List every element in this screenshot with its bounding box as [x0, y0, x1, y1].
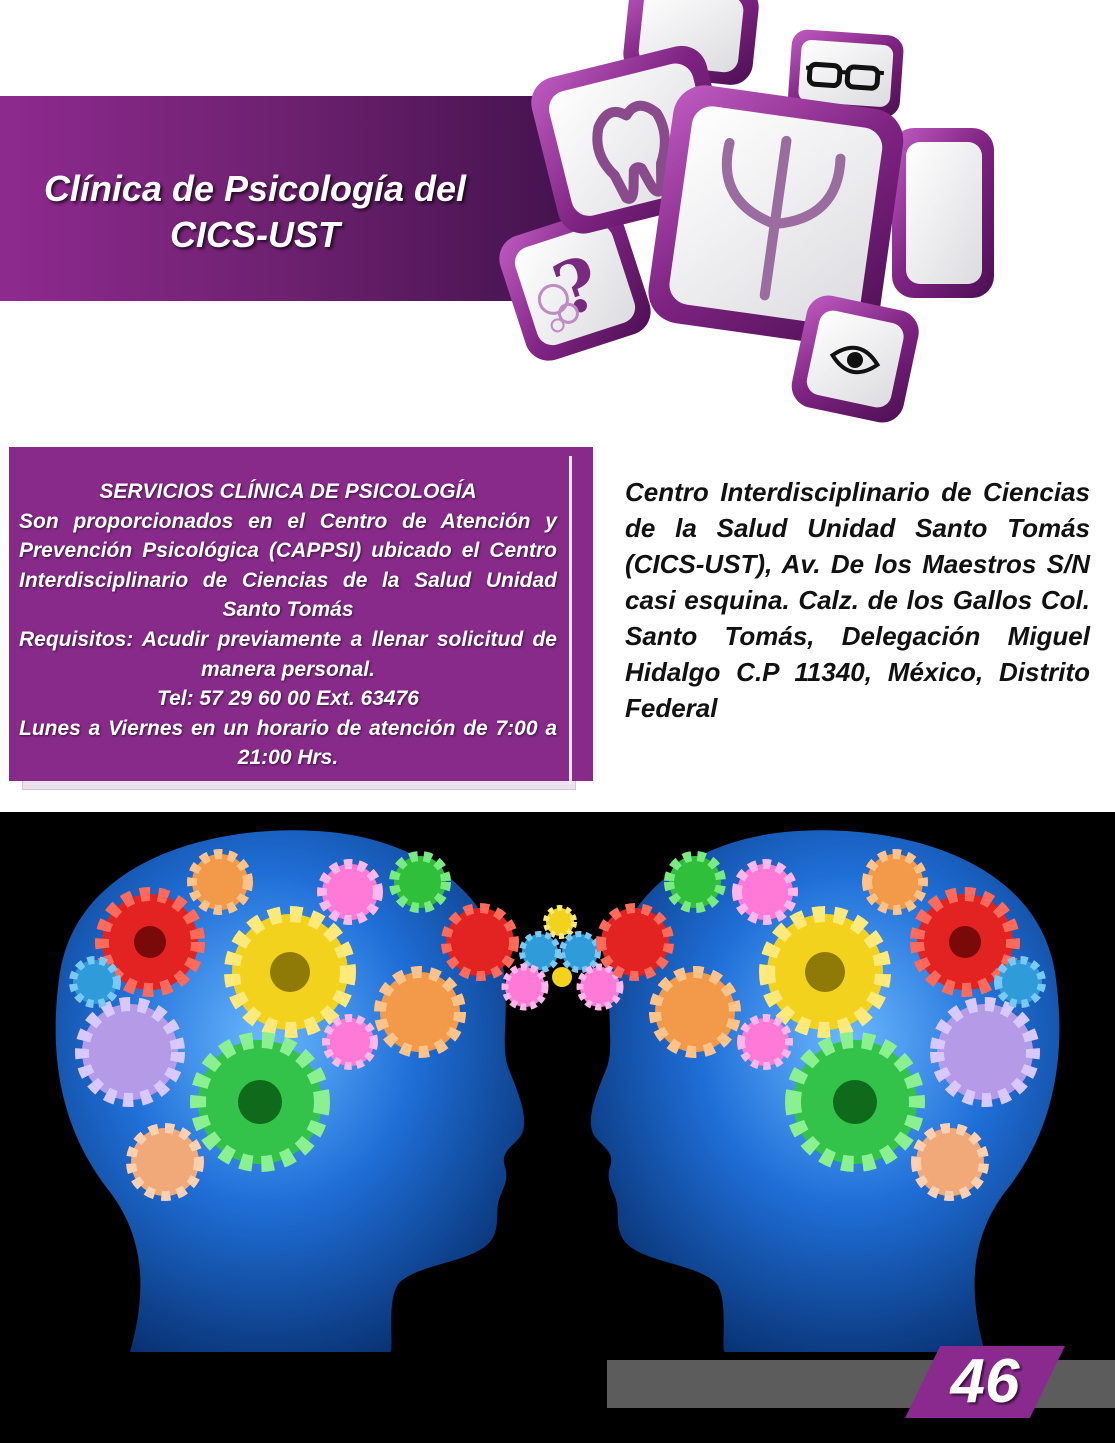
page-title: Clínica de Psicología del CICS-UST	[0, 166, 510, 258]
title-line-2: CICS-UST	[170, 214, 340, 255]
eye-tile	[791, 295, 919, 423]
services-schedule: Lunes a Viernes en un horario de atenció…	[19, 716, 557, 770]
services-box: SERVICIOS CLÍNICA DE PSICOLOGÍA Son prop…	[9, 447, 593, 781]
address-text: Centro Interdisciplinario de Ciencias de…	[625, 477, 1090, 723]
title-line-1: Clínica de Psicología del	[43, 168, 467, 209]
services-description: Son proporcionados en el Centro de Atenc…	[19, 509, 557, 622]
services-phone: Tel: 57 29 60 00 Ext. 63476	[157, 687, 419, 711]
services-heading: SERVICIOS CLÍNICA DE PSICOLOGÍA	[99, 480, 477, 503]
services-requirements: Requisitos: Acudir previamente a llenar …	[19, 627, 557, 681]
page-number: 46	[950, 1347, 1020, 1416]
psychology-icon-cluster: ?	[499, 0, 994, 423]
services-box-edge	[569, 456, 572, 784]
blank-tile	[892, 128, 994, 298]
